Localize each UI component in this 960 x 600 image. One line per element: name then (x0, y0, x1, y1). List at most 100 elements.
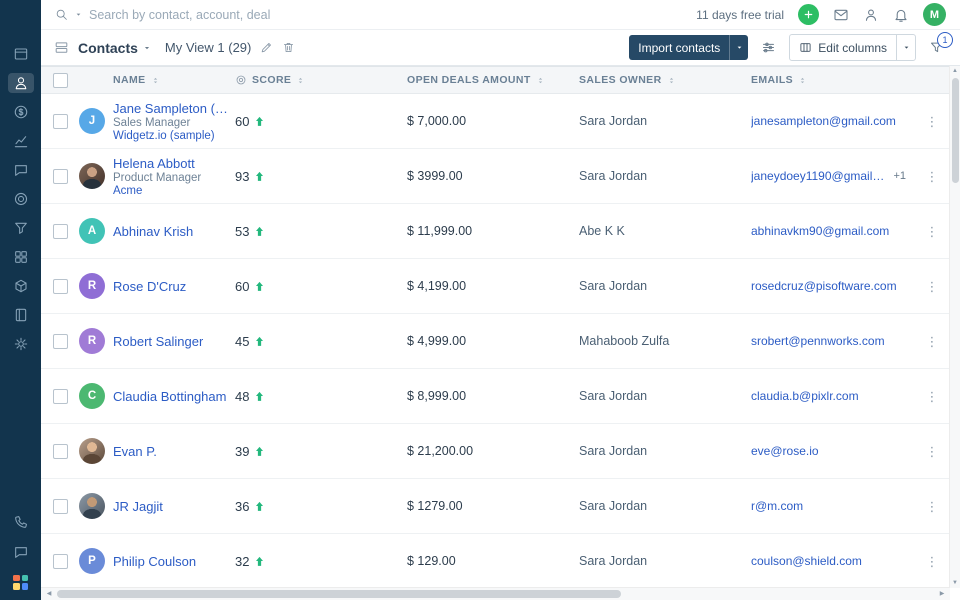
sales-owner: Abe K K (579, 224, 751, 238)
row-menu-icon[interactable]: ⋮ (926, 555, 939, 568)
view-switcher-icon[interactable] (54, 40, 69, 55)
row-menu-icon[interactable]: ⋮ (926, 390, 939, 403)
conversations-icon[interactable] (8, 160, 34, 180)
scroll-down-arrow[interactable]: ▼ (950, 578, 960, 588)
contact-name-link[interactable]: Robert Salinger (113, 334, 203, 349)
sort-icon[interactable] (798, 76, 807, 85)
contact-company-link[interactable]: Widgetz.io (sample) (113, 130, 229, 142)
email-icon[interactable] (833, 7, 849, 23)
row-menu-icon[interactable]: ⋮ (926, 335, 939, 348)
funnel-icon[interactable] (8, 218, 34, 238)
row-menu-icon[interactable]: ⋮ (926, 500, 939, 513)
contact-row[interactable]: A Abhinav Krish 53 $ 11,999.00 Abe K K a… (41, 204, 950, 259)
row-checkbox[interactable] (53, 224, 68, 239)
contact-row[interactable]: Helena Abbott Product Manager Acme 93 $ … (41, 149, 950, 204)
contact-name-link[interactable]: JR Jagjit (113, 499, 163, 514)
contact-email-link[interactable]: janeydoey1190@gmail.com (751, 169, 887, 183)
row-menu-icon[interactable]: ⋮ (926, 445, 939, 458)
invite-user-icon[interactable] (863, 7, 879, 23)
row-checkbox[interactable] (53, 444, 68, 459)
contact-email-link[interactable]: srobert@pennworks.com (751, 334, 885, 348)
vertical-scrollbar-thumb[interactable] (952, 78, 959, 183)
deals-icon[interactable] (8, 102, 34, 122)
top-bar-actions: 11 days free trial M (696, 3, 946, 26)
user-avatar[interactable]: M (923, 3, 946, 26)
sort-icon[interactable] (296, 76, 305, 85)
row-checkbox[interactable] (53, 279, 68, 294)
edit-columns-caret-icon[interactable] (896, 35, 915, 60)
contact-name-link[interactable]: Evan P. (113, 444, 157, 459)
contact-company-link[interactable]: Acme (113, 185, 201, 197)
contact-row[interactable]: Evan P. 39 $ 21,200.00 Sara Jordan eve@r… (41, 424, 950, 479)
module-selector[interactable]: Contacts (78, 40, 152, 56)
contact-row[interactable]: C Claudia Bottingham 48 $ 8,999.00 Sara … (41, 369, 950, 424)
score-up-arrow-icon (253, 445, 266, 458)
edit-view-pencil-icon[interactable] (260, 41, 273, 54)
contact-name-link[interactable]: Philip Coulson (113, 554, 196, 569)
sort-icon[interactable] (536, 76, 545, 85)
contact-email-link[interactable]: coulson@shield.com (751, 554, 862, 568)
horizontal-scrollbar-thumb[interactable] (57, 590, 621, 598)
contact-name-link[interactable]: Claudia Bottingham (113, 389, 226, 404)
select-all-checkbox[interactable] (53, 73, 68, 88)
products-icon[interactable] (8, 276, 34, 296)
row-checkbox[interactable] (53, 114, 68, 129)
extra-emails-badge[interactable]: +1 (893, 170, 906, 182)
import-contacts-button[interactable]: Import contacts (629, 35, 748, 60)
row-menu-icon[interactable]: ⋮ (926, 115, 939, 128)
contact-row[interactable]: P Philip Coulson 32 $ 129.00 Sara Jordan… (41, 534, 950, 589)
contact-row[interactable]: J Jane Sampleton (sample) Sales Manager … (41, 94, 950, 149)
overview-icon[interactable] (8, 44, 34, 64)
contact-email-link[interactable]: eve@rose.io (751, 444, 819, 458)
dashboard-icon[interactable] (8, 247, 34, 267)
filters-button[interactable]: 1 (929, 40, 944, 55)
contact-name-link[interactable]: Rose D'Cruz (113, 279, 186, 294)
contact-name-link[interactable]: Abhinav Krish (113, 224, 193, 239)
row-checkbox[interactable] (53, 334, 68, 349)
notifications-bell-icon[interactable] (893, 7, 909, 23)
chat-icon[interactable] (8, 542, 34, 562)
contact-row[interactable]: R Robert Salinger 45 $ 4,999.00 Mahaboob… (41, 314, 950, 369)
contact-email-link[interactable]: abhinavkm90@gmail.com (751, 224, 889, 238)
vertical-scrollbar[interactable]: ▲ ▼ (949, 66, 960, 588)
contacts-icon[interactable] (8, 73, 34, 93)
row-menu-icon[interactable]: ⋮ (926, 225, 939, 238)
row-menu-icon[interactable]: ⋮ (926, 280, 939, 293)
edit-columns-button[interactable]: Edit columns (789, 34, 916, 61)
contact-name-link[interactable]: Helena Abbott (113, 156, 201, 171)
score-up-arrow-icon (253, 335, 266, 348)
apps-switcher-icon[interactable] (8, 572, 34, 592)
row-checkbox[interactable] (53, 169, 68, 184)
contact-email-link[interactable]: janesampleton@gmail.com (751, 114, 896, 128)
view-title[interactable]: My View 1 (29) (165, 40, 251, 55)
delete-view-trash-icon[interactable] (282, 41, 295, 54)
scroll-up-arrow[interactable]: ▲ (950, 66, 960, 76)
search-scope-caret-icon[interactable] (74, 10, 83, 19)
contact-row[interactable]: JR Jagjit 36 $ 1279.00 Sara Jordan r@m.c… (41, 479, 950, 534)
import-contacts-label: Import contacts (629, 35, 729, 60)
contact-row[interactable]: R Rose D'Cruz 60 $ 4,199.00 Sara Jordan … (41, 259, 950, 314)
analytics-icon[interactable] (8, 131, 34, 151)
playbooks-icon[interactable] (8, 305, 34, 325)
global-search[interactable]: Search by contact, account, deal (55, 8, 270, 22)
row-checkbox[interactable] (53, 554, 68, 569)
contact-name-link[interactable]: Jane Sampleton (sample) (113, 101, 229, 116)
row-checkbox[interactable] (53, 389, 68, 404)
row-checkbox[interactable] (53, 499, 68, 514)
list-settings-sliders-icon[interactable] (761, 40, 776, 55)
settings-icon[interactable] (8, 334, 34, 354)
filter-count-badge: 1 (937, 32, 953, 48)
contact-email-link[interactable]: claudia.b@pixlr.com (751, 389, 859, 403)
sort-icon[interactable] (667, 76, 676, 85)
contact-email-link[interactable]: r@m.com (751, 499, 803, 513)
horizontal-scrollbar[interactable]: ◀ ▶ (41, 587, 950, 600)
import-dropdown-caret-icon[interactable] (729, 35, 748, 60)
scroll-left-arrow[interactable]: ◀ (43, 588, 55, 600)
row-menu-icon[interactable]: ⋮ (926, 170, 939, 183)
phone-icon[interactable] (8, 512, 34, 532)
goals-icon[interactable] (8, 189, 34, 209)
quick-add-button[interactable] (798, 4, 819, 25)
sort-icon[interactable] (151, 76, 160, 85)
contact-email-link[interactable]: rosedcruz@pisoftware.com (751, 279, 897, 293)
scroll-right-arrow[interactable]: ▶ (936, 588, 948, 600)
